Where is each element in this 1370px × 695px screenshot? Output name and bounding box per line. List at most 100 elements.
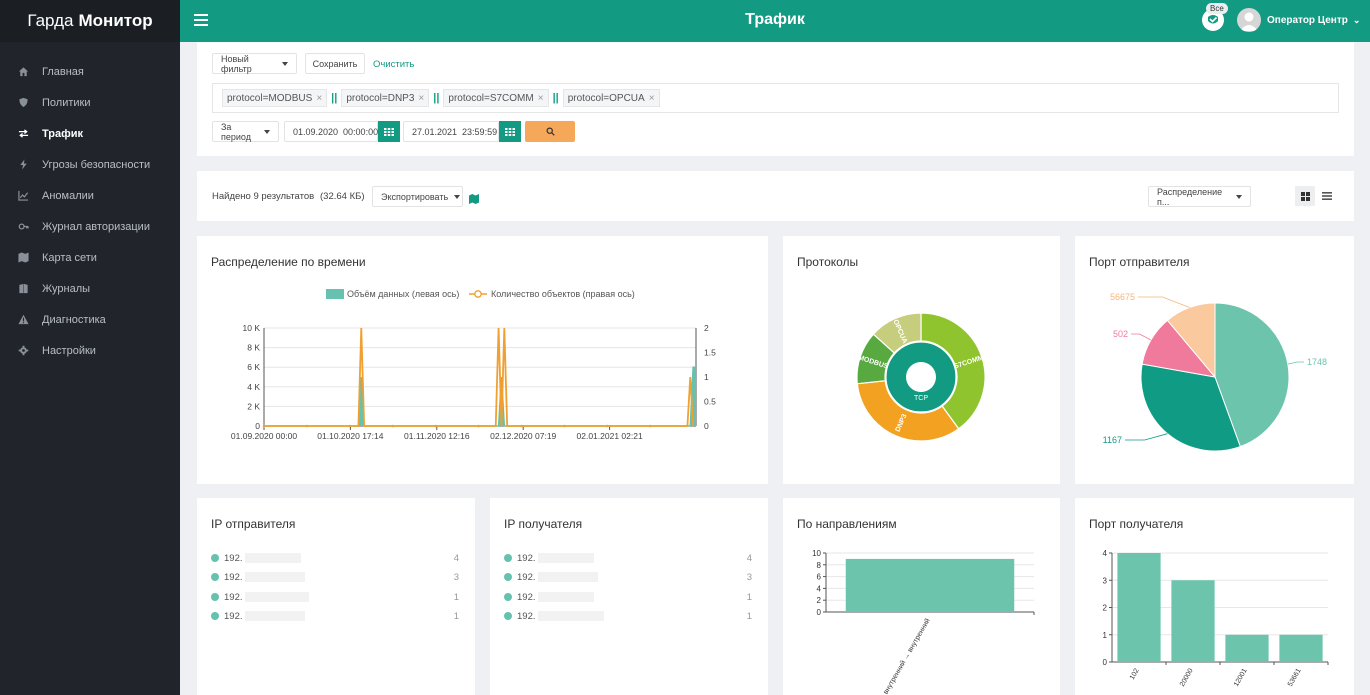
line-chart-icon [18,190,42,201]
ip-address: 192. [224,552,243,564]
y-tick-label: 1 [1103,631,1108,640]
sidebar-item-label: Политики [42,96,91,109]
gear-icon [18,345,42,356]
remove-tag-icon[interactable]: × [538,93,544,104]
x-tick-label: 12001 [1233,667,1249,687]
x-tick-label: 20000 [1179,667,1195,687]
legend-dot [211,612,219,620]
masked-value [537,553,594,563]
ip-count: 1 [453,610,459,622]
sidebar-item-warning[interactable]: Диагностика [0,304,180,335]
masked-value [244,572,305,582]
clear-link[interactable]: Очистить [373,59,414,70]
calendar-icon[interactable] [378,121,400,142]
y-right-tick-label: 0.5 [704,397,716,407]
legend-dot [211,554,219,562]
search-button[interactable] [525,121,575,142]
ip-address: 192. [517,591,536,603]
sidebar-item-shield[interactable]: Политики [0,87,180,118]
sidebar-item-key[interactable]: Журнал авторизации [0,211,180,242]
src-ip-card: IP отправителя 192. 4 192. 3 192. 1 192. 1 [197,498,475,695]
remove-tag-icon[interactable]: × [316,93,322,104]
legend-dot [211,593,219,601]
grid-view-icon[interactable] [1295,186,1315,206]
sidebar-item-gear[interactable]: Настройки [0,335,180,366]
sidebar-item-map[interactable]: Карта сети [0,242,180,273]
filter-tag-label: protocol=DNP3 [346,92,415,104]
series-line-volume [264,366,696,427]
list-item[interactable]: 192. 1 [211,590,459,604]
ip-address: 192. [224,571,243,583]
sidebar-item-label: Настройки [42,344,96,357]
x-tick-label: 02.12.2020 07:19 [490,431,556,441]
sunburst-center [906,362,936,392]
remove-tag-icon[interactable]: × [649,93,655,104]
export-dropdown[interactable]: Экспортировать [372,186,463,207]
data-point [305,424,309,428]
period-dropdown[interactable]: За период [212,121,279,142]
shield-icon [18,97,42,108]
results-count: Найдено 9 результатов [212,191,315,202]
y-left-tick-label: 10 K [243,323,261,333]
dst-ip-card: IP получателя 192. 4 192. 3 192. 1 192. 1 [490,498,768,695]
home-icon [18,66,42,77]
list-item[interactable]: 192. 1 [211,609,459,623]
key-icon [18,221,42,232]
list-item[interactable]: 192. 1 [504,609,752,623]
date-from-input[interactable]: 01.09.2020 00:00:00 [284,121,378,142]
list-item[interactable]: 192. 4 [211,551,459,565]
list-item[interactable]: 192. 3 [504,570,752,584]
avatar[interactable] [1237,8,1261,32]
bolt-icon [18,159,42,170]
ip-count: 3 [453,571,459,583]
ip-address: 192. [224,610,243,622]
x-tick-label: 01.11.2020 12:16 [404,431,470,441]
bar [845,558,1015,612]
sidebar-nav: Главная Политики Трафик Угрозы безопасности… [0,42,180,366]
date-to-input[interactable]: 27.01.2021 23:59:59 [403,121,499,142]
legend-label: Объём данных (левая ось) [347,289,459,299]
calendar-icon[interactable] [499,121,521,142]
sidebar-item-exchange[interactable]: Трафик [0,118,180,149]
or-separator: || [552,92,559,104]
y-tick-label: 2 [817,596,822,605]
ip-count: 4 [453,552,459,564]
user-menu[interactable]: Оператор Центр ⌄ [1267,15,1360,26]
bar [1279,634,1323,662]
bar [1117,553,1161,662]
y-tick-label: 0 [1103,658,1108,667]
src-port-pie-chart: 1748 1167 502 56675 [1103,292,1327,452]
series-area-volume [264,367,696,426]
protocols-card: Протоколы S7COMM DNP3 MODBUS OPCUA TCP [783,236,1060,484]
sidebar-item-line-chart[interactable]: Аномалии [0,180,180,211]
card-title: IP отправителя [211,517,296,531]
new-filter-dropdown[interactable]: Новый фильтр [212,53,297,74]
sidebar-item-label: Карта сети [42,251,97,264]
filter-tag: protocol=MODBUS × [222,89,328,107]
list-item[interactable]: 192. 4 [504,551,752,565]
data-point [648,424,652,428]
masked-value [244,553,301,563]
data-point [477,424,480,428]
filter-tags-input[interactable]: protocol=MODBUS × || protocol=DNP3 × || prot… [212,83,1339,113]
list-item[interactable]: 192. 1 [504,590,752,604]
brand-logo[interactable]: Гарда Монитор [0,0,180,42]
sidebar-item-home[interactable]: Главная [0,56,180,87]
pie-slice-label: 1748 [1307,357,1327,367]
save-button[interactable]: Сохранить [305,53,365,74]
map-icon[interactable] [469,191,479,209]
data-point [391,424,395,428]
list-item[interactable]: 192. 3 [211,570,459,584]
sidebar-item-books[interactable]: Журналы [0,273,180,304]
results-size: (32.64 КБ) [320,191,365,202]
legend-dot [211,573,219,581]
notification-badge: Все [1206,3,1228,14]
distribution-dropdown[interactable]: Распределение п... [1148,186,1251,207]
list-view-icon[interactable] [1317,186,1337,206]
caret-down-icon [264,129,270,134]
sidebar-item-bolt[interactable]: Угрозы безопасности [0,149,180,180]
time-line-chart: Объём данных (левая ось) Количество объек… [231,289,716,441]
remove-tag-icon[interactable]: × [418,93,424,104]
y-right-tick-label: 1.5 [704,348,716,358]
masked-value [537,611,604,621]
